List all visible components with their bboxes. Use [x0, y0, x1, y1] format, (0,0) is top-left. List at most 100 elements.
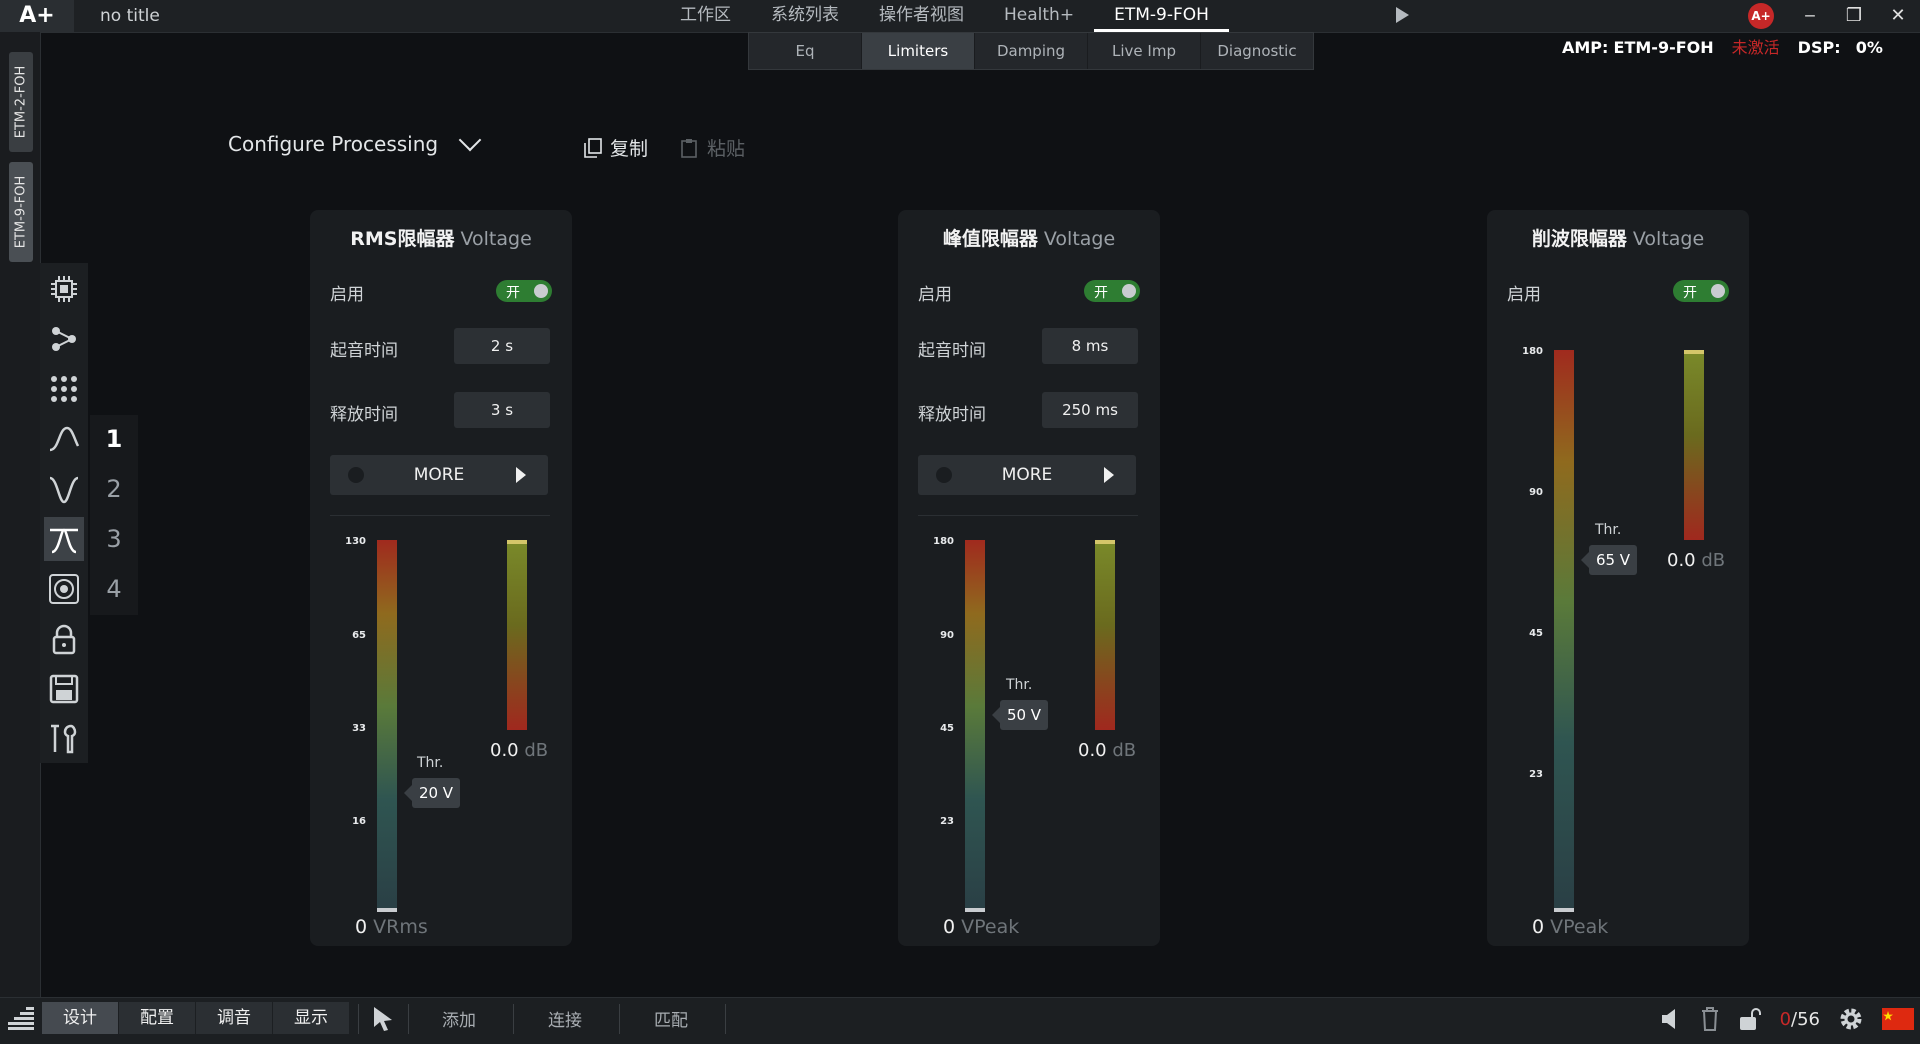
- connect-button[interactable]: 连接: [548, 1006, 582, 1031]
- eq-tool[interactable]: [44, 467, 84, 511]
- limiter-tool[interactable]: [44, 517, 84, 561]
- trash-icon[interactable]: [1700, 1007, 1720, 1031]
- attack-time-field[interactable]: 2 s: [454, 328, 550, 364]
- device-tab-etm-9-foh[interactable]: ETM-9-FOH: [9, 162, 33, 262]
- threshold-value[interactable]: 50 V: [992, 700, 1048, 730]
- panel-title: RMS限幅器 Voltage: [310, 224, 572, 251]
- mode-display[interactable]: 显示: [273, 1002, 349, 1034]
- play-icon[interactable]: [1396, 7, 1409, 23]
- attack-label: 起音时间: [330, 341, 398, 361]
- separator: [513, 1004, 514, 1034]
- enable-toggle[interactable]: 开: [1673, 280, 1729, 302]
- filter-tool[interactable]: [44, 417, 84, 461]
- scale-min: 0: [943, 916, 956, 938]
- channel-2[interactable]: 2: [90, 475, 138, 503]
- separator: [725, 1004, 726, 1034]
- threshold-label: Thr.: [417, 755, 444, 771]
- db-value: 0.0: [1667, 550, 1696, 571]
- tab-limiters[interactable]: Limiters: [862, 33, 975, 69]
- threshold-slider[interactable]: [965, 540, 985, 912]
- db-unit: dB: [1112, 740, 1137, 761]
- threshold-slider[interactable]: [1554, 350, 1574, 912]
- configure-processing-dropdown[interactable]: Configure Processing: [228, 128, 482, 156]
- scale-bottom: 0 VRms: [355, 916, 428, 938]
- limiter-icon: [50, 528, 78, 554]
- lock-icon: [52, 624, 76, 655]
- copy-label: 复制: [610, 138, 649, 160]
- peak-limiter-panel: 峰值限幅器 Voltage 启用 开 起音时间 8 ms 释放时间 250 ms…: [898, 210, 1160, 946]
- slider-handle[interactable]: [965, 908, 985, 912]
- paste-icon: [681, 138, 697, 158]
- threshold-value[interactable]: 65 V: [1581, 545, 1637, 575]
- scale-label: 130: [345, 536, 366, 547]
- more-button[interactable]: MORE: [330, 455, 548, 495]
- minimize-icon[interactable]: ‒: [1788, 0, 1832, 32]
- tab-health-plus[interactable]: Health+: [984, 0, 1094, 32]
- gain-reduction-readout: 0.0 dB: [1078, 740, 1136, 761]
- channel-4[interactable]: 4: [90, 575, 138, 603]
- tab-system-list[interactable]: 系统列表: [751, 0, 859, 32]
- panel-subtitle: Voltage: [1043, 228, 1116, 250]
- attack-time-field[interactable]: 8 ms: [1042, 328, 1138, 364]
- restore-icon[interactable]: ❐: [1832, 0, 1876, 32]
- scale-label: 16: [352, 816, 366, 827]
- mode-configure[interactable]: 配置: [119, 1002, 195, 1034]
- speaker-tool[interactable]: [44, 567, 84, 611]
- channel-3[interactable]: 3: [90, 525, 138, 553]
- add-button[interactable]: 添加: [442, 1006, 476, 1031]
- speaker-mute-icon[interactable]: [1660, 1007, 1682, 1031]
- sub-tabs: Eq Limiters Damping Live Imp Diagnostic: [748, 32, 1314, 70]
- processor-tool[interactable]: [44, 267, 84, 311]
- enable-toggle[interactable]: 开: [496, 280, 552, 302]
- scale-label: 90: [940, 630, 954, 641]
- china-flag-icon[interactable]: [1882, 1008, 1914, 1030]
- tools-tool[interactable]: [44, 717, 84, 761]
- more-button[interactable]: MORE: [918, 455, 1136, 495]
- save-tool[interactable]: [44, 667, 84, 711]
- tab-diagnostic[interactable]: Diagnostic: [1201, 33, 1313, 69]
- panel-title-main: 峰值限幅器: [942, 228, 1038, 250]
- account-badge[interactable]: A+: [1748, 3, 1774, 29]
- release-time-field[interactable]: 3 s: [454, 392, 550, 428]
- threshold-value[interactable]: 20 V: [404, 778, 460, 808]
- tab-operator-view[interactable]: 操作者视图: [859, 0, 984, 32]
- tool-column: [40, 263, 88, 763]
- channel-1[interactable]: 1: [90, 425, 138, 453]
- close-icon[interactable]: ✕: [1876, 0, 1920, 32]
- lock-tool[interactable]: [44, 617, 84, 661]
- unlock-icon[interactable]: [1738, 1007, 1762, 1031]
- tab-damping[interactable]: Damping: [975, 33, 1088, 69]
- tab-live-imp[interactable]: Live Imp: [1088, 33, 1201, 69]
- mode-design[interactable]: 设计: [42, 1002, 118, 1034]
- scale-unit: VPeak: [1550, 916, 1609, 938]
- copy-button[interactable]: 复制: [584, 134, 648, 161]
- paste-button[interactable]: 粘贴: [681, 134, 745, 161]
- separator: [408, 1004, 409, 1034]
- slider-handle[interactable]: [1554, 908, 1574, 912]
- tab-eq[interactable]: Eq: [749, 33, 862, 69]
- chip-icon: [51, 276, 77, 302]
- document-title: no title: [100, 6, 160, 26]
- device-label: ETM-9-FOH: [13, 175, 29, 249]
- routing-icon: [52, 327, 76, 351]
- routing-tool[interactable]: [44, 317, 84, 361]
- threshold-slider[interactable]: [377, 540, 397, 912]
- device-tab-etm-2-foh[interactable]: ETM-2-FOH: [9, 52, 33, 152]
- device-label: ETM-2-FOH: [13, 65, 29, 139]
- mode-tune[interactable]: 调音: [196, 1002, 272, 1034]
- scale-label: 65: [352, 630, 366, 641]
- tab-device-etm-9-foh[interactable]: ETM-9-FOH: [1094, 0, 1229, 32]
- scale-label: 90: [1529, 487, 1543, 498]
- release-time-field[interactable]: 250 ms: [1042, 392, 1138, 428]
- match-button[interactable]: 匹配: [654, 1006, 688, 1031]
- matrix-tool[interactable]: [44, 367, 84, 411]
- enable-toggle[interactable]: 开: [1084, 280, 1140, 302]
- tab-workspace[interactable]: 工作区: [660, 0, 751, 32]
- enable-label: 启用: [1507, 285, 1541, 305]
- slider-handle[interactable]: [377, 908, 397, 912]
- threshold-label: Thr.: [1006, 677, 1033, 693]
- gear-icon[interactable]: [1838, 1006, 1864, 1032]
- pointer-icon[interactable]: [372, 1006, 394, 1032]
- level-meter-icon: [8, 1007, 34, 1030]
- amp-label: AMP:: [1562, 38, 1609, 57]
